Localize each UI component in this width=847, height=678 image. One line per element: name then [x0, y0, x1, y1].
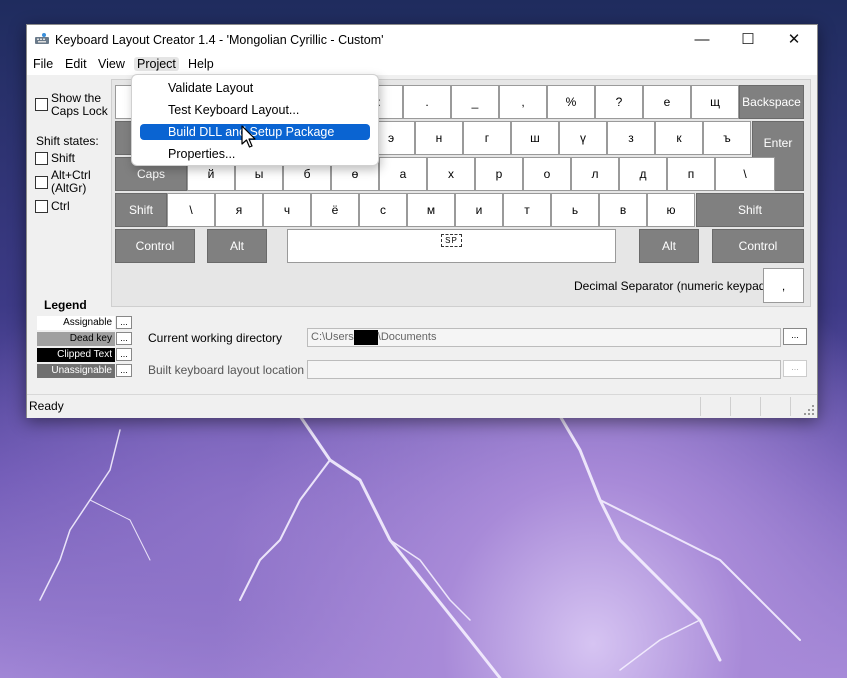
- menu-file[interactable]: File: [30, 57, 56, 71]
- key[interactable]: ,: [499, 85, 547, 119]
- minimize-button[interactable]: —: [679, 25, 725, 55]
- cwd-prefix: C:\Users: [311, 331, 354, 343]
- decimal-separator-key[interactable]: ,: [763, 268, 804, 303]
- key[interactable]: м: [407, 193, 455, 227]
- key[interactable]: и: [455, 193, 503, 227]
- status-divider: [760, 397, 761, 416]
- key[interactable]: ш: [511, 121, 559, 155]
- alt-right-key[interactable]: Alt: [639, 229, 699, 263]
- key[interactable]: щ: [691, 85, 739, 119]
- menu-bar: File Edit View Project Help: [27, 55, 817, 75]
- redaction-block: [353, 329, 378, 345]
- key[interactable]: \: [167, 193, 215, 227]
- shift-states-label: Shift states:: [36, 134, 99, 148]
- key[interactable]: \: [715, 157, 775, 191]
- backspace-key[interactable]: Backspace: [739, 85, 804, 119]
- key[interactable]: т: [503, 193, 551, 227]
- key[interactable]: %: [547, 85, 595, 119]
- status-text: Ready: [29, 399, 64, 413]
- status-divider: [730, 397, 731, 416]
- altgr-checkbox[interactable]: [35, 176, 48, 189]
- key[interactable]: к: [655, 121, 703, 155]
- shift-left-key[interactable]: Shift: [115, 193, 167, 227]
- window-title: Keyboard Layout Creator 1.4 - 'Mongolian…: [55, 33, 384, 47]
- ctrl-label: Ctrl: [51, 199, 70, 213]
- key[interactable]: ү: [559, 121, 607, 155]
- key[interactable]: г: [463, 121, 511, 155]
- maximize-button[interactable]: ☐: [725, 25, 771, 55]
- status-divider: [790, 397, 791, 416]
- cwd-browse-button[interactable]: ...: [783, 328, 807, 345]
- key[interactable]: о: [523, 157, 571, 191]
- mouse-cursor-icon: [241, 125, 256, 148]
- key[interactable]: р: [475, 157, 523, 191]
- cwd-suffix: \Documents: [377, 331, 437, 343]
- status-divider: [700, 397, 701, 416]
- shift-checkbox[interactable]: [35, 152, 48, 165]
- show-caps-lock-checkbox[interactable]: [35, 98, 48, 111]
- menu-help[interactable]: Help: [185, 57, 217, 71]
- ctrl-checkbox[interactable]: [35, 200, 48, 213]
- legend-clipped-text: Clipped Text: [37, 348, 115, 362]
- menu-view[interactable]: View: [95, 57, 128, 71]
- built-location-label: Built keyboard layout location: [148, 363, 305, 377]
- legend-dead-key: Dead key: [37, 332, 115, 346]
- key[interactable]: а: [379, 157, 427, 191]
- alt-left-key[interactable]: Alt: [207, 229, 267, 263]
- key[interactable]: в: [599, 193, 647, 227]
- key[interactable]: _: [451, 85, 499, 119]
- key[interactable]: н: [415, 121, 463, 155]
- project-dropdown-menu: Validate Layout Test Keyboard Layout... …: [131, 74, 379, 166]
- key[interactable]: .: [403, 85, 451, 119]
- key[interactable]: д: [619, 157, 667, 191]
- key[interactable]: з: [607, 121, 655, 155]
- shift-right-key[interactable]: Shift: [696, 193, 804, 227]
- control-left-key[interactable]: Control: [115, 229, 195, 263]
- menu-test-keyboard-layout[interactable]: Test Keyboard Layout...: [140, 102, 370, 118]
- cwd-field[interactable]: C:\Users \Documents: [307, 328, 781, 347]
- legend-unassignable: Unassignable: [37, 364, 115, 378]
- key[interactable]: л: [571, 157, 619, 191]
- show-caps-lock-label: Show the Caps Lock: [51, 91, 108, 118]
- legend-assignable-button[interactable]: ...: [116, 316, 132, 329]
- key[interactable]: е: [643, 85, 691, 119]
- decimal-separator-label: Decimal Separator (numeric keypad): [574, 279, 770, 293]
- title-bar: Keyboard Layout Creator 1.4 - 'Mongolian…: [27, 25, 817, 55]
- shift-label: Shift: [51, 151, 76, 165]
- keyboard-app-icon: [35, 33, 49, 44]
- legend-clipped-text-button[interactable]: ...: [116, 348, 132, 361]
- key[interactable]: ю: [647, 193, 695, 227]
- key[interactable]: ?: [595, 85, 643, 119]
- key[interactable]: х: [427, 157, 475, 191]
- key[interactable]: ь: [551, 193, 599, 227]
- menu-edit[interactable]: Edit: [62, 57, 90, 71]
- key[interactable]: я: [215, 193, 263, 227]
- control-right-key[interactable]: Control: [712, 229, 804, 263]
- status-bar: Ready: [27, 394, 817, 418]
- legend-unassignable-button[interactable]: ...: [116, 364, 132, 377]
- key[interactable]: ч: [263, 193, 311, 227]
- key[interactable]: с: [359, 193, 407, 227]
- menu-validate-layout[interactable]: Validate Layout: [140, 80, 370, 96]
- space-key[interactable]: SP: [287, 229, 616, 263]
- legend-title: Legend: [44, 298, 87, 312]
- resize-grip-icon[interactable]: [803, 404, 815, 416]
- close-button[interactable]: ✕: [771, 25, 817, 55]
- cwd-label: Current working directory: [148, 331, 283, 345]
- space-key-label: SP: [441, 234, 462, 247]
- built-location-field[interactable]: [307, 360, 781, 379]
- built-location-browse-button[interactable]: ...: [783, 360, 807, 377]
- menu-project[interactable]: Project: [134, 57, 179, 71]
- altgr-label: Alt+Ctrl (AltGr): [51, 168, 91, 195]
- key[interactable]: ё: [311, 193, 359, 227]
- legend-dead-key-button[interactable]: ...: [116, 332, 132, 345]
- legend-assignable: Assignable: [37, 316, 115, 330]
- key[interactable]: п: [667, 157, 715, 191]
- key[interactable]: ъ: [703, 121, 751, 155]
